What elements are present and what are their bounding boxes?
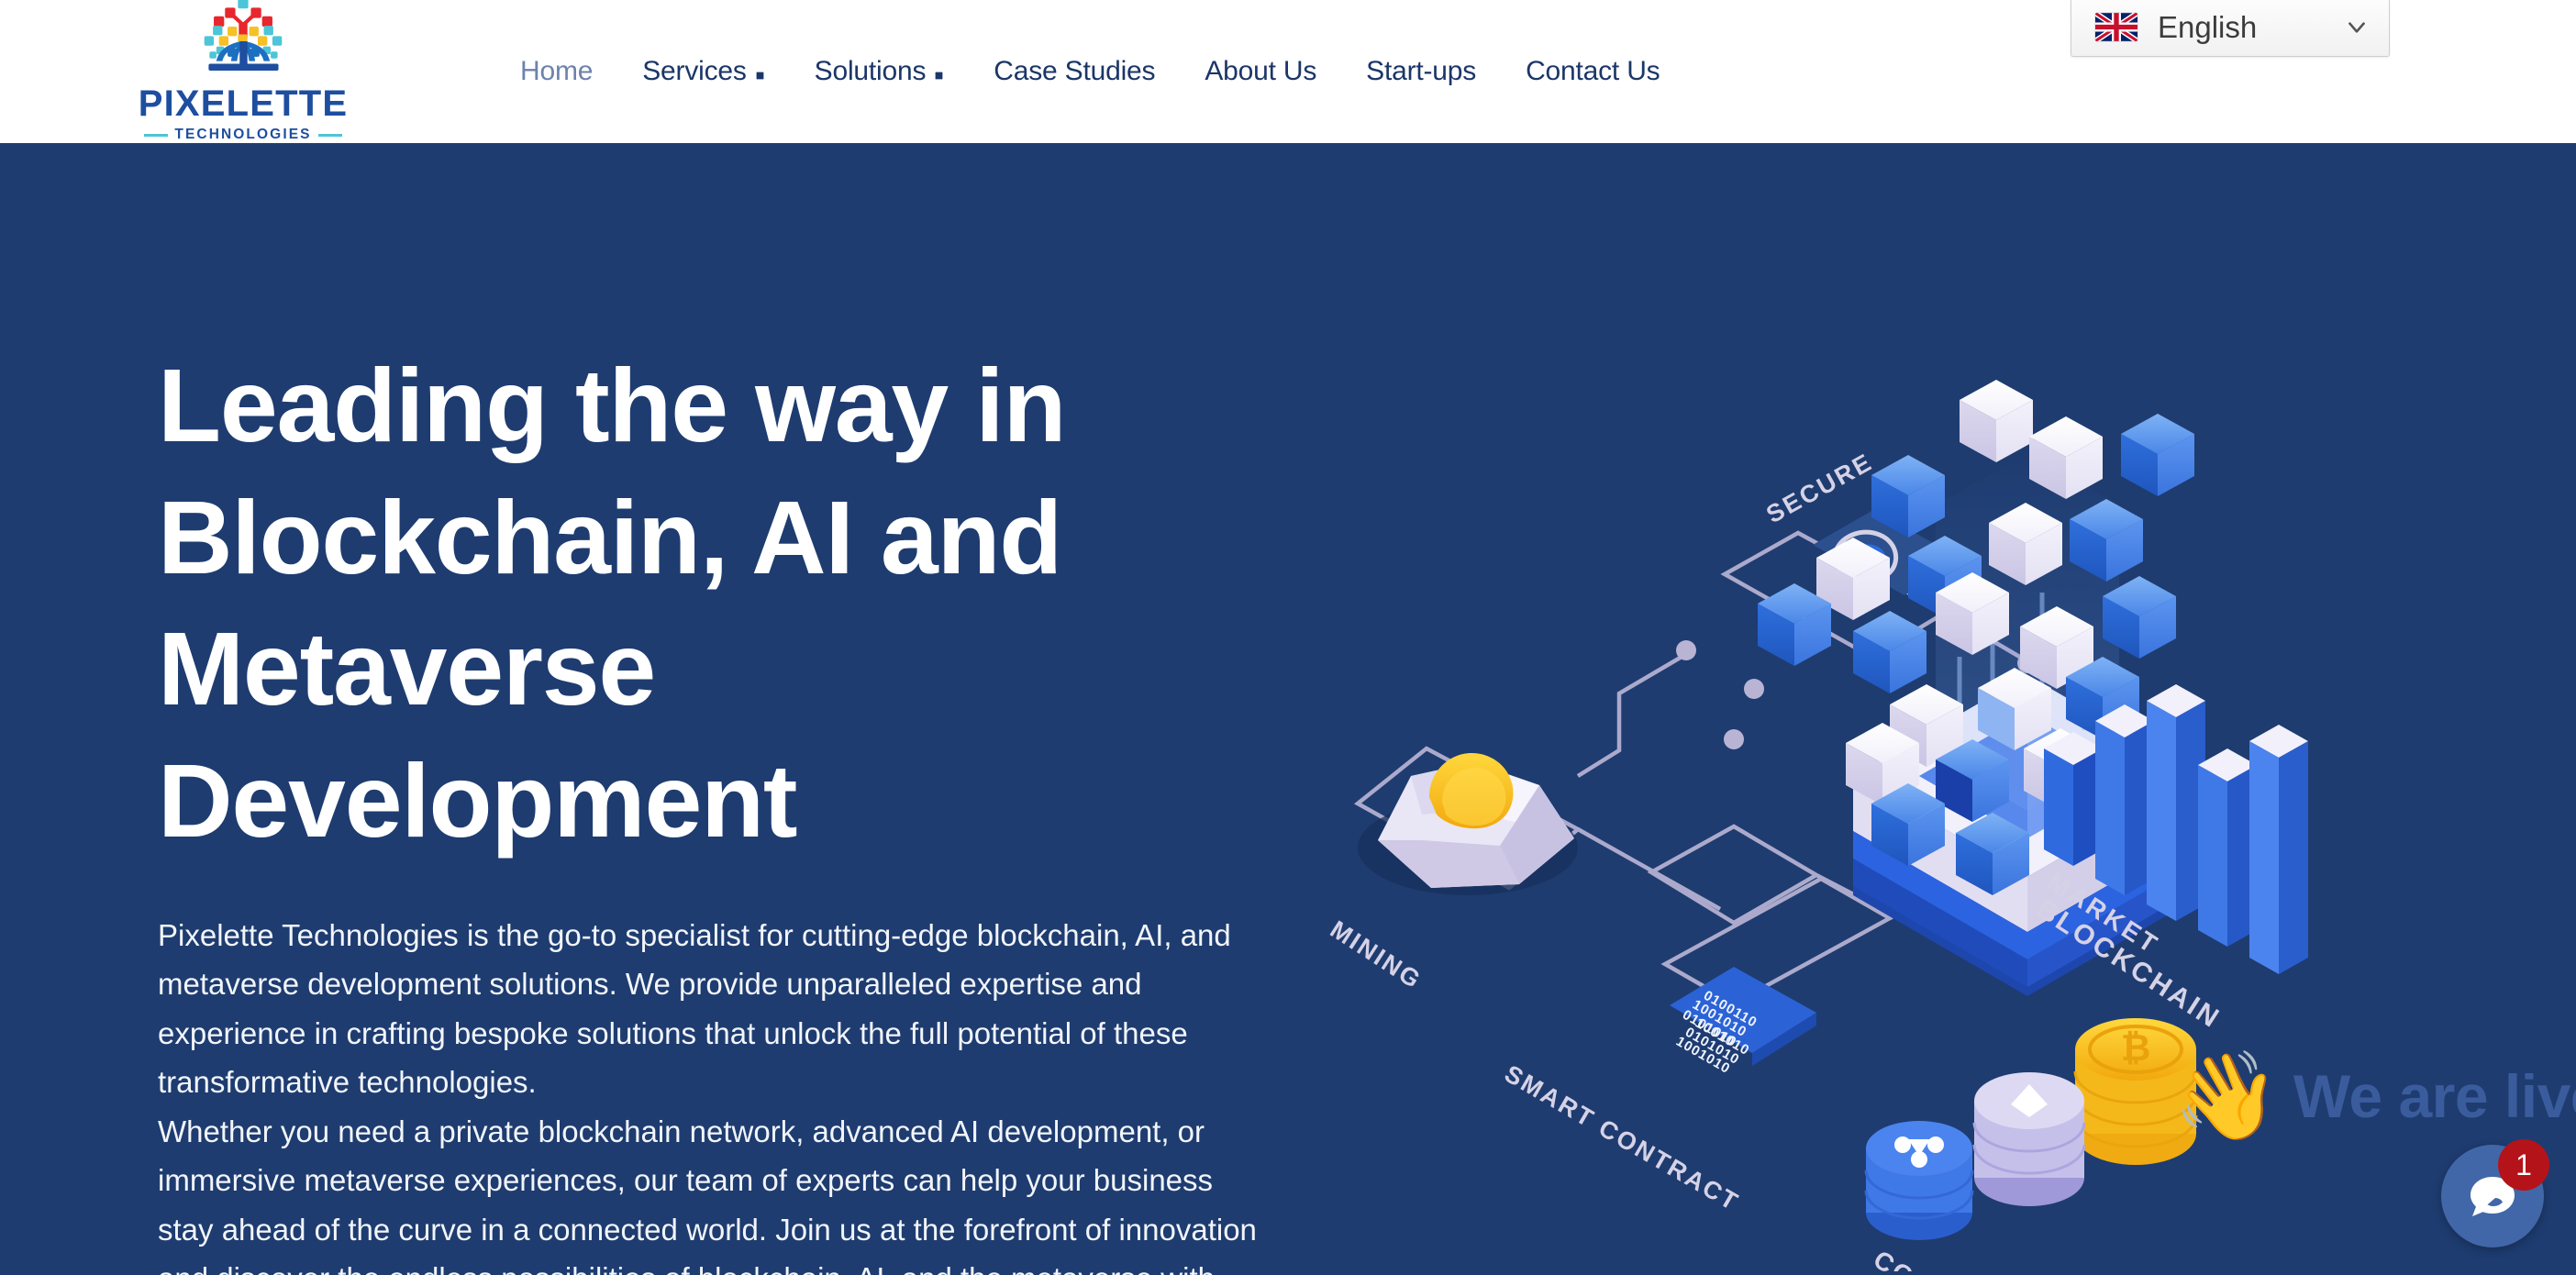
nav-item-services[interactable]: Services xyxy=(617,56,789,87)
hero-text-block: Leading the way in Blockchain, AI and Me… xyxy=(158,340,1277,1275)
tagline-rule-right xyxy=(317,133,342,137)
brand-logo[interactable]: PIXELETTE TECHNOLOGIES xyxy=(139,0,347,143)
language-selector[interactable]: English xyxy=(2071,0,2390,57)
nav-item-start-ups[interactable]: Start-ups xyxy=(1341,56,1501,87)
nav-label-contact-us: Contact Us xyxy=(1526,56,1660,86)
svg-text:₿: ₿ xyxy=(2121,1028,2151,1069)
nav-label-home: Home xyxy=(520,56,594,86)
hero-description: Pixelette Technologies is the go-to spec… xyxy=(158,911,1263,1275)
main-navigation: Home Services Solutions Case Studies Abo… xyxy=(495,0,1684,143)
nav-label-solutions: Solutions xyxy=(814,56,927,86)
label-smart-contract: SMART CONTRACT xyxy=(1500,1059,1744,1216)
chevron-down-icon xyxy=(2348,21,2365,33)
tagline-rule-left xyxy=(144,133,169,137)
chevron-down-icon xyxy=(932,68,947,83)
mining-node: MINING xyxy=(1326,752,1578,994)
nav-item-solutions[interactable]: Solutions xyxy=(790,56,970,87)
smart-contract-node: 0100110 1001010 0101010 1001010 0101010 … xyxy=(1500,967,1816,1216)
chat-unread-badge: 1 xyxy=(2498,1139,2549,1191)
nav-item-about-us[interactable]: About Us xyxy=(1180,56,1341,87)
live-chat-prompt: 👋 We are live xyxy=(2173,1053,2576,1139)
waving-hand-icon: 👋 xyxy=(2172,1048,2281,1144)
page-title: Leading the way in Blockchain, AI and Me… xyxy=(158,348,1066,859)
hero-paragraph-2: Whether you need a private blockchain ne… xyxy=(158,1114,1257,1275)
label-coin: COIN xyxy=(1869,1245,1948,1271)
live-chat-label: We are live xyxy=(2293,1062,2576,1130)
pixel-tree-logo-icon xyxy=(204,0,283,71)
chevron-down-icon xyxy=(752,68,767,83)
language-selected-label: English xyxy=(2158,9,2258,44)
hero-paragraph-1: Pixelette Technologies is the go-to spec… xyxy=(158,918,1231,1100)
label-mining: MINING xyxy=(1326,915,1427,994)
site-header: PIXELETTE TECHNOLOGIES Home Services Sol… xyxy=(0,0,2576,143)
nav-item-case-studies[interactable]: Case Studies xyxy=(969,56,1180,87)
label-secure: SECURE xyxy=(1761,448,1877,528)
nav-label-services: Services xyxy=(642,56,747,86)
brand-tagline: TECHNOLOGIES xyxy=(174,127,312,142)
nav-label-case-studies: Case Studies xyxy=(994,56,1156,86)
hero-section: Leading the way in Blockchain, AI and Me… xyxy=(0,143,2576,1275)
nav-item-contact-us[interactable]: Contact Us xyxy=(1501,56,1684,87)
nav-item-home[interactable]: Home xyxy=(495,56,617,87)
nav-label-start-ups: Start-ups xyxy=(1366,56,1477,86)
brand-tagline-row: TECHNOLOGIES xyxy=(144,127,342,143)
brand-name: PIXELETTE xyxy=(138,83,349,124)
nav-label-about-us: About Us xyxy=(1205,56,1317,86)
chat-launcher-button[interactable]: 1 xyxy=(2441,1139,2549,1247)
uk-flag-icon xyxy=(2095,13,2137,41)
coin-node: ₿ xyxy=(1864,1018,2198,1271)
